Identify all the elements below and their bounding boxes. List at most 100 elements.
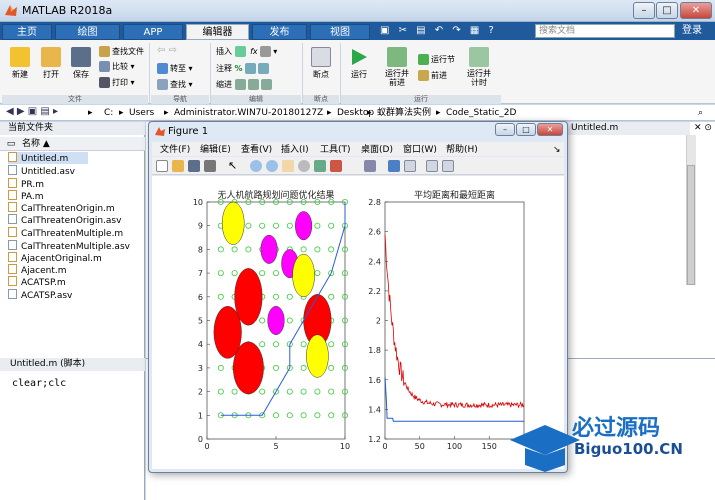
open-file-icon[interactable]	[172, 160, 184, 172]
compare-button[interactable]: 比较 ▾	[99, 60, 135, 73]
path-segment[interactable]: C:	[104, 106, 113, 120]
tab-editor[interactable]: 编辑器	[186, 24, 249, 40]
path-root-icon[interactable]: ▸	[88, 106, 93, 120]
outdent-icon	[260, 79, 272, 90]
minimize-button[interactable]: –	[633, 2, 655, 19]
maximize-button[interactable]: □	[656, 2, 678, 19]
close-button[interactable]: ✕	[680, 2, 712, 19]
scrollbar-thumb[interactable]	[687, 165, 695, 285]
y-tick-label: 0	[198, 435, 203, 444]
chart-title: 平均距离和最短距离	[414, 189, 495, 201]
tab-view[interactable]: 视图	[310, 24, 370, 40]
file-item[interactable]: PR.m	[8, 178, 44, 190]
zoom-in-icon[interactable]	[250, 160, 262, 172]
run-and-time-button[interactable]: 运行并 计时	[462, 44, 496, 87]
search-docs-input[interactable]: 搜索文档	[535, 24, 675, 38]
new-button[interactable]: 新建	[5, 44, 35, 80]
menu-desktop[interactable]: 桌面(D)	[361, 144, 393, 156]
path-separator: ▸	[119, 108, 124, 118]
path-segment[interactable]: 蚁群算法实例	[377, 106, 431, 120]
tab-apps[interactable]: APP	[123, 24, 183, 40]
file-item[interactable]: CalThreatenOrigin.asv	[8, 214, 121, 226]
m-file-icon	[8, 178, 17, 188]
tab-home[interactable]: 主页	[2, 24, 52, 40]
open-button[interactable]: 打开	[36, 44, 66, 80]
file-item[interactable]: ACATSP.asv	[8, 289, 72, 301]
print-figure-icon[interactable]	[204, 160, 216, 172]
tab-plots[interactable]: 绘图	[55, 24, 120, 40]
breakpoints-button[interactable]: 断点	[306, 44, 336, 80]
save-figure-icon[interactable]	[188, 160, 200, 172]
file-item[interactable]: Ajacent.m	[8, 264, 67, 276]
path-segment[interactable]: Code_Static_2D	[446, 106, 516, 120]
run-and-advance-button[interactable]: 运行并 前进	[380, 44, 414, 87]
figure-maximize-button[interactable]: □	[516, 123, 536, 136]
hide-plot-tools-icon[interactable]	[426, 160, 438, 172]
run-button[interactable]: 运行	[344, 44, 374, 80]
data-cursor-icon[interactable]	[314, 160, 326, 172]
pan-icon[interactable]	[282, 160, 294, 172]
login-link[interactable]: 登录	[682, 24, 702, 38]
y-tick-label: 8	[198, 245, 203, 254]
indent-icon	[247, 79, 259, 90]
asv-file-icon	[8, 165, 17, 175]
show-plot-tools-icon[interactable]	[442, 160, 454, 172]
tab-publish[interactable]: 发布	[252, 24, 307, 40]
goto-icon	[157, 63, 168, 74]
y-tick-label: 2.8	[368, 198, 381, 207]
indent-button[interactable]: 缩进	[216, 78, 274, 91]
file-item[interactable]: CalThreatenOrigin.m	[8, 202, 115, 214]
editor-tab[interactable]: Untitled.m	[565, 122, 690, 135]
figure-minimize-button[interactable]: –	[495, 123, 515, 136]
goto-button[interactable]: 转至 ▾	[157, 62, 193, 75]
y-tick-label: 4	[198, 340, 203, 349]
path-segment[interactable]: Users	[129, 106, 154, 120]
insert-button[interactable]: 插入 fx ▾	[216, 45, 277, 58]
brush-icon[interactable]	[330, 160, 342, 172]
rotate-icon[interactable]	[298, 160, 310, 172]
menu-tools[interactable]: 工具(T)	[320, 144, 351, 156]
dock-icon[interactable]: ↘	[553, 144, 561, 156]
path-plan-axes: 无人机航路规划问题优化结果 0123456789100 5 10	[193, 189, 350, 451]
nav-arrows-icon[interactable]: ◀ ▶ ▣ ▤ ▸	[6, 106, 58, 117]
find-files-button[interactable]: 查找文件	[99, 45, 144, 58]
comment-button[interactable]: 注释 %	[216, 62, 271, 75]
menu-view[interactable]: 查看(V)	[241, 144, 272, 156]
new-figure-icon[interactable]	[156, 160, 168, 172]
legend-icon[interactable]	[404, 160, 416, 172]
print-button[interactable]: 打印 ▾	[99, 76, 135, 89]
colorbar-icon[interactable]	[388, 160, 400, 172]
find-button[interactable]: 查找 ▾	[157, 78, 193, 91]
figure-close-button[interactable]: ✕	[537, 123, 563, 136]
sort-icon: ▭	[6, 139, 16, 149]
sort-arrow-icon: ▲	[42, 139, 50, 149]
pointer-icon[interactable]: ↖	[228, 160, 240, 172]
zoom-out-icon[interactable]	[266, 160, 278, 172]
file-item[interactable]: PA.m	[8, 190, 43, 202]
back-forward-icon[interactable]: ⇦ ⇨	[157, 45, 177, 56]
menu-file[interactable]: 文件(F)	[160, 144, 190, 156]
compare-icon	[99, 61, 110, 72]
link-plot-icon[interactable]	[364, 160, 376, 172]
quick-access-toolbar[interactable]: ▣ ✂ ▤ ↶ ↷ ▦ ?	[380, 25, 497, 36]
file-item[interactable]: AjacentOriginal.m	[8, 252, 102, 264]
file-item[interactable]: ACATSP.m	[8, 276, 66, 288]
y-tick-label: 1.4	[368, 405, 381, 414]
file-item[interactable]: CalThreatenMultiple.asv	[8, 240, 130, 252]
menu-insert[interactable]: 插入(I)	[281, 144, 309, 156]
menu-help[interactable]: 帮助(H)	[446, 144, 478, 156]
edit-group-label: 编辑	[211, 95, 301, 104]
file-item[interactable]: Untitled.m	[8, 152, 68, 164]
x-tick-label: 5	[273, 442, 278, 451]
name-column-header[interactable]: ▭ 名称 ▲	[0, 137, 145, 151]
file-item[interactable]: Untitled.asv	[8, 165, 75, 177]
menu-window[interactable]: 窗口(W)	[403, 144, 437, 156]
editor-menu-icon[interactable]: ✕ ⊙	[694, 123, 712, 133]
advance-button[interactable]: 前进	[418, 69, 447, 82]
menu-edit[interactable]: 编辑(E)	[200, 144, 231, 156]
run-section-button[interactable]: 运行节	[418, 53, 455, 66]
file-item[interactable]: CalThreatenMultiple.m	[8, 227, 123, 239]
path-segment[interactable]: Administrator.WIN7U-20180127Z	[174, 106, 323, 120]
search-icon[interactable]: ⌕	[698, 106, 703, 120]
save-button[interactable]: 保存	[66, 44, 96, 80]
